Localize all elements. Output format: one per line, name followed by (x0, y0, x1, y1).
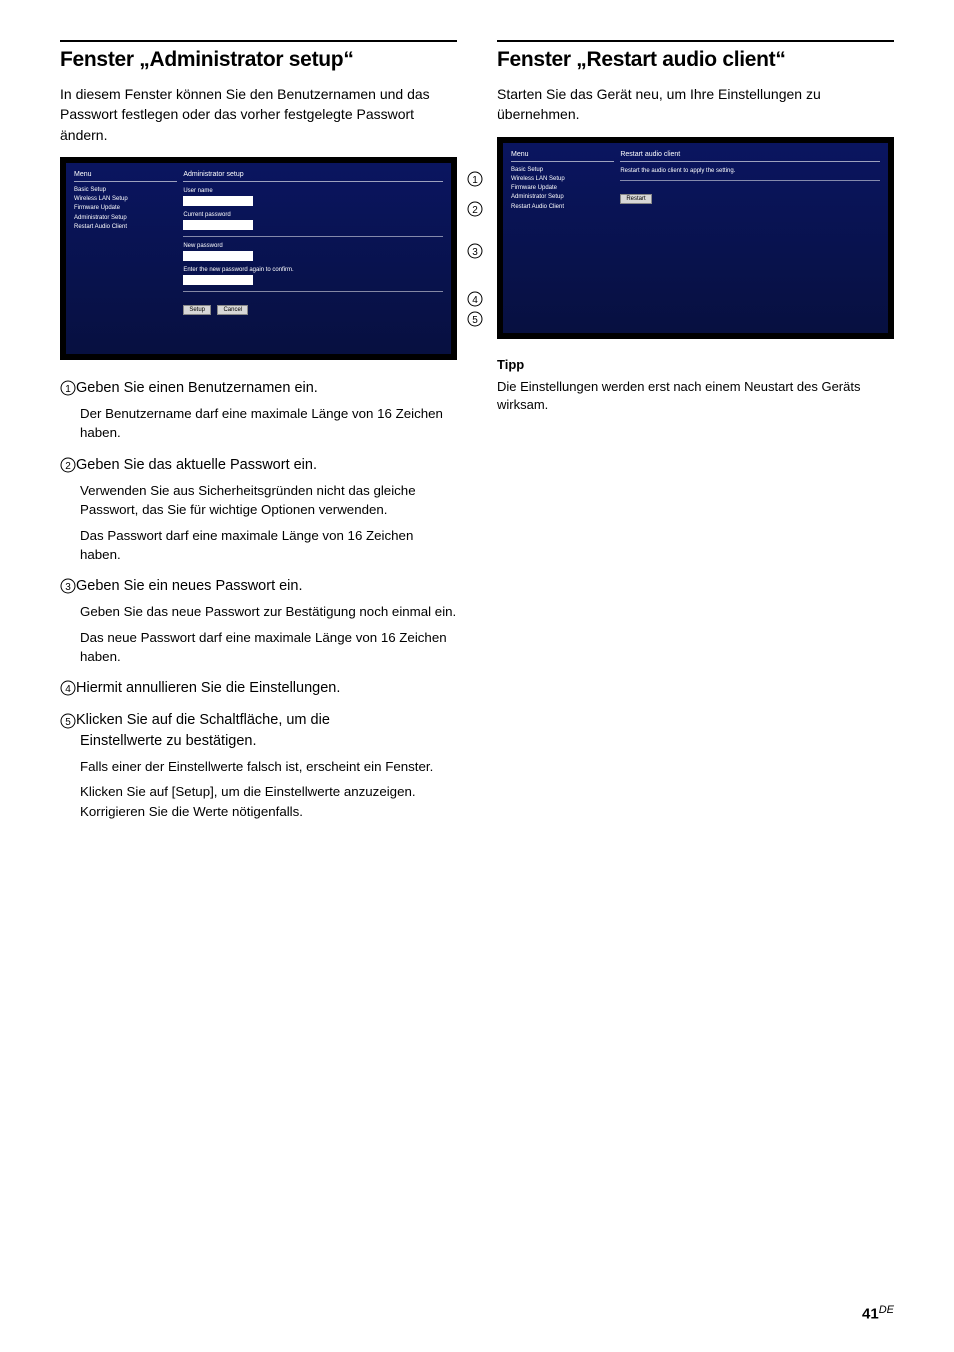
sidebar-item[interactable]: Administrator Setup (74, 214, 177, 223)
step-4: 4 Hiermit annullieren Sie die Einstellung… (60, 678, 457, 698)
svg-text:5: 5 (65, 717, 71, 728)
step-para: Das Passwort darf eine maximale Länge vo… (60, 526, 457, 565)
step-5: 5 Klicken Sie auf die Schaltfläche, um di… (60, 710, 457, 820)
sidebar-item[interactable]: Firmware Update (74, 204, 177, 213)
left-column: Fenster „Administrator setup“ In diesem … (60, 40, 457, 833)
intro-text: Starten Sie das Gerät neu, um Ihre Einst… (497, 84, 894, 125)
step-title: Geben Sie das aktuelle Passwort ein. (76, 457, 317, 473)
step-para: Geben Sie das neue Passwort zur Bestätig… (60, 602, 457, 621)
step-title-line1: Klicken Sie auf die Schaltfläche, um die (76, 712, 330, 728)
step-2: 2 Geben Sie das aktuelle Passwort ein. Ve… (60, 455, 457, 564)
step-num-icon: 3 (60, 578, 76, 594)
restart-button[interactable]: Restart (620, 194, 651, 204)
input-new-password[interactable] (183, 251, 253, 261)
svg-text:3: 3 (472, 247, 478, 258)
input-current-password[interactable] (183, 220, 253, 230)
callout-3-icon: 3 (467, 243, 483, 259)
step-para: Der Benutzername darf eine maximale Läng… (60, 404, 457, 443)
right-column: Fenster „Restart audio client“ Starten S… (497, 40, 894, 833)
tipp-heading: Tipp (497, 357, 894, 372)
callout-5-icon: 5 (467, 311, 483, 327)
intro-text: In diesem Fenster können Sie den Benutze… (60, 84, 457, 145)
restart-instruction: Restart the audio client to apply the se… (620, 168, 880, 174)
label-user-name: User name (183, 188, 443, 194)
step-para: Klicken Sie auf [Setup], um die Einstell… (60, 782, 457, 821)
shot-content-header: Administrator setup (183, 171, 443, 182)
svg-text:3: 3 (65, 582, 71, 593)
sidebar-item[interactable]: Administrator Setup (511, 193, 614, 202)
page-lang: DE (879, 1304, 894, 1316)
tipp-body: Die Einstellungen werden erst nach einem… (497, 378, 894, 416)
step-num-icon: 1 (60, 380, 76, 396)
svg-text:2: 2 (65, 461, 71, 472)
step-para: Das neue Passwort darf eine maximale Län… (60, 628, 457, 667)
setup-button[interactable]: Setup (183, 305, 211, 315)
step-1: 1 Geben Sie einen Benutzernamen ein. Der … (60, 378, 457, 443)
page-footer: 41DE (862, 1304, 894, 1322)
label-confirm: Enter the new password again to confirm. (183, 267, 443, 273)
sidebar-item[interactable]: Firmware Update (511, 184, 614, 193)
step-num-icon: 4 (60, 680, 76, 696)
svg-text:1: 1 (65, 384, 71, 395)
callout-1-icon: 1 (467, 171, 483, 187)
step-3: 3 Geben Sie ein neues Passwort ein. Geben… (60, 576, 457, 666)
callout-2-icon: 2 (467, 201, 483, 217)
sidebar-item[interactable]: Restart Audio Client (511, 203, 614, 212)
screenshot-admin-setup: Menu Basic Setup Wireless LAN Setup Firm… (60, 157, 457, 360)
page-number: 41 (862, 1305, 879, 1322)
step-num-icon: 2 (60, 457, 76, 473)
svg-text:5: 5 (472, 315, 478, 326)
shot-menu-header: Menu (74, 171, 177, 182)
step-title: Geben Sie einen Benutzernamen ein. (76, 380, 318, 396)
sidebar-item[interactable]: Restart Audio Client (74, 223, 177, 232)
sidebar-item[interactable]: Basic Setup (74, 186, 177, 195)
svg-text:1: 1 (472, 175, 478, 186)
step-title: Geben Sie ein neues Passwort ein. (76, 578, 303, 594)
cancel-button[interactable]: Cancel (217, 305, 248, 315)
input-user-name[interactable] (183, 196, 253, 206)
shot-content-header: Restart audio client (620, 151, 880, 162)
label-current-password: Current password (183, 212, 443, 218)
section-heading-restart: Fenster „Restart audio client“ (497, 40, 894, 72)
screenshot-restart-client: Menu Basic Setup Wireless LAN Setup Firm… (497, 137, 894, 339)
shot-menu-header: Menu (511, 151, 614, 162)
sidebar-item[interactable]: Wireless LAN Setup (511, 175, 614, 184)
section-heading-admin: Fenster „Administrator setup“ (60, 40, 457, 72)
step-title: Hiermit annullieren Sie die Einstellunge… (76, 680, 340, 696)
svg-text:4: 4 (65, 684, 71, 695)
svg-text:4: 4 (472, 295, 478, 306)
callout-4-icon: 4 (467, 291, 483, 307)
svg-text:2: 2 (472, 205, 478, 216)
step-para: Verwenden Sie aus Sicherheitsgründen nic… (60, 481, 457, 520)
step-para: Falls einer der Einstellwerte falsch ist… (60, 757, 457, 776)
step-num-icon: 5 (60, 713, 76, 729)
sidebar-item[interactable]: Wireless LAN Setup (74, 195, 177, 204)
input-confirm-password[interactable] (183, 275, 253, 285)
step-title-line2: Einstellwerte zu bestätigen. (60, 731, 457, 751)
sidebar-item[interactable]: Basic Setup (511, 166, 614, 175)
label-new-password: New password (183, 243, 443, 249)
